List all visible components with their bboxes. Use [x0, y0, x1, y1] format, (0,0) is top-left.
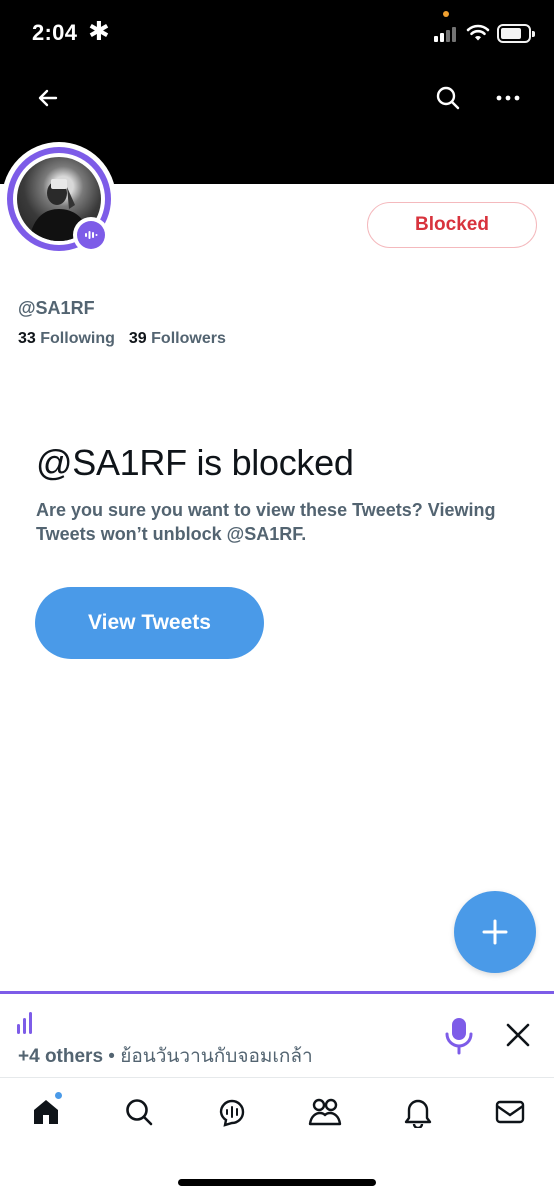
profile-handle: @SA1RF — [18, 298, 95, 318]
home-indicator — [178, 1179, 376, 1186]
spaces-icon — [219, 1099, 245, 1127]
compose-tweet-button[interactable] — [454, 891, 536, 973]
search-button[interactable] — [430, 80, 466, 116]
back-arrow-icon — [38, 89, 58, 107]
followers-label: Followers — [151, 330, 226, 347]
home-notification-dot — [53, 1090, 64, 1101]
blocked-title: @SA1RF is blocked — [36, 442, 354, 483]
communities-icon — [308, 1098, 342, 1126]
microphone-icon[interactable] — [444, 1016, 474, 1056]
tab-search[interactable] — [119, 1092, 159, 1132]
more-button[interactable] — [490, 80, 526, 116]
search-icon — [436, 86, 460, 110]
spaces-info: +4 others • ย้อนวันวานกับจอมเกล้า — [18, 1041, 313, 1071]
spaces-separator: • — [108, 1046, 115, 1067]
camera-indicator-dot — [443, 11, 449, 17]
following-label: Following — [40, 330, 115, 347]
status-asterisk: ✱ — [88, 16, 110, 46]
bottom-tab-bar — [0, 1078, 554, 1158]
status-time: 2:04 — [32, 20, 78, 45]
search-icon — [126, 1099, 153, 1126]
view-tweets-button[interactable]: View Tweets — [35, 587, 264, 659]
more-icon — [496, 95, 520, 101]
audio-wave-icon — [17, 1012, 32, 1034]
followers-count: 39 — [128, 330, 147, 347]
spaces-title: ย้อนวันวานกับจอมเกล้า — [120, 1046, 313, 1067]
following-link[interactable]: 33 Following — [18, 330, 115, 348]
following-count: 33 — [18, 330, 36, 347]
signal-icon — [434, 26, 462, 42]
tab-messages[interactable] — [490, 1092, 530, 1132]
tab-communities[interactable] — [305, 1092, 345, 1132]
battery-icon — [497, 24, 535, 43]
close-icon[interactable] — [505, 1022, 531, 1048]
spaces-live-badge — [73, 217, 109, 253]
mail-icon — [495, 1100, 525, 1124]
spaces-others: +4 others — [18, 1046, 104, 1067]
followers-link[interactable]: 39 Followers — [129, 330, 226, 348]
tab-notifications[interactable] — [398, 1092, 438, 1132]
blocked-button[interactable]: Blocked — [367, 202, 537, 248]
blocked-description: Are you sure you want to view these Twee… — [36, 500, 496, 544]
spaces-badge-icon — [85, 231, 98, 239]
back-button[interactable] — [30, 80, 66, 116]
tab-spaces[interactable] — [212, 1092, 252, 1132]
bell-icon — [404, 1099, 432, 1128]
follow-stats: 33 Following 39 Followers — [18, 330, 226, 348]
wifi-icon — [466, 24, 490, 41]
plus-icon — [482, 919, 508, 945]
